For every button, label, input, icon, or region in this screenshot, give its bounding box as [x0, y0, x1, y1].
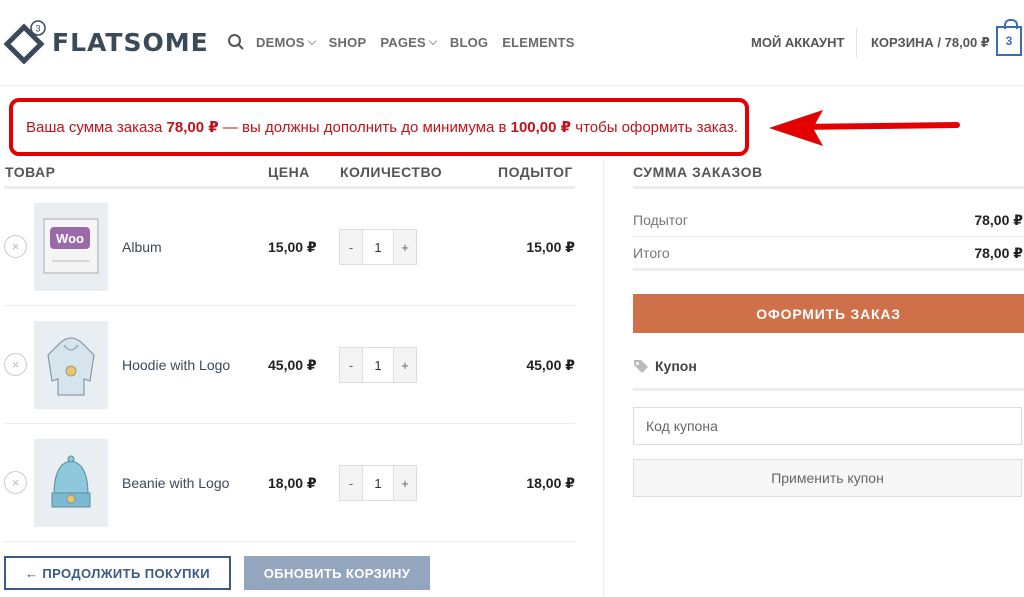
- logo-diamond-icon: 3: [4, 20, 46, 64]
- coupon-divider: [633, 388, 1024, 391]
- qty-input[interactable]: 1: [362, 230, 394, 264]
- chevron-down-icon: [428, 36, 438, 45]
- red-arrow-icon: [769, 110, 960, 146]
- qty-plus-button[interactable]: +: [394, 348, 416, 382]
- my-account-link[interactable]: МОЙ АККАУНТ: [751, 35, 844, 50]
- remove-item-button[interactable]: ×: [4, 353, 27, 376]
- site-logo[interactable]: 3 FLATSOME: [4, 20, 209, 64]
- coupon-heading: Купон: [633, 358, 697, 374]
- column-divider: [603, 160, 604, 597]
- nav-blog[interactable]: BLOG: [450, 35, 488, 50]
- col-header-subtotal: ПОДЫТОГ: [498, 164, 573, 180]
- totals-header-divider: [633, 186, 1024, 189]
- product-name[interactable]: Album: [122, 239, 162, 255]
- beanie-icon[interactable]: [34, 439, 108, 527]
- logo-text: FLATSOME: [52, 27, 209, 57]
- totals-row-divider: [633, 236, 1024, 237]
- hoodie-icon[interactable]: [34, 321, 108, 409]
- main-nav: DEMOS SHOP PAGES BLOG ELEMENTS: [256, 35, 589, 50]
- qty-plus-button[interactable]: +: [394, 230, 416, 264]
- product-name[interactable]: Hoodie with Logo: [122, 357, 230, 373]
- svg-text:Woo: Woo: [56, 231, 84, 246]
- notice-minimum: 100,00 ₽: [510, 119, 572, 136]
- row-divider: [4, 541, 575, 542]
- tag-icon: [634, 360, 648, 373]
- logo-badge: 3: [35, 24, 40, 34]
- chevron-down-icon: [307, 36, 316, 45]
- product-price: 18,00 ₽: [268, 475, 317, 491]
- cart-totals-title: СУММА ЗАКАЗОВ: [633, 164, 763, 180]
- qty-minus-button[interactable]: -: [340, 230, 362, 264]
- nav-elements[interactable]: ELEMENTS: [502, 35, 574, 50]
- product-subtotal: 18,00 ₽: [526, 475, 575, 491]
- nav-pages[interactable]: PAGES: [380, 35, 438, 50]
- row-divider: [4, 305, 575, 306]
- qty-plus-button[interactable]: +: [394, 466, 416, 500]
- album-icon[interactable]: Woo: [34, 203, 108, 291]
- qty-input[interactable]: 1: [362, 466, 394, 500]
- row-divider: [4, 423, 575, 424]
- totals-subtotal-label: Подытог: [633, 212, 688, 228]
- product-price: 15,00 ₽: [268, 239, 317, 255]
- totals-subtotal-value: 78,00 ₽: [974, 212, 1023, 228]
- update-cart-button[interactable]: ОБНОВИТЬ КОРЗИНУ: [244, 556, 430, 590]
- qty-minus-button[interactable]: -: [340, 466, 362, 500]
- totals-total-label: Итого: [633, 245, 670, 261]
- remove-item-button[interactable]: ×: [4, 235, 27, 258]
- apply-coupon-button[interactable]: Применить купон: [633, 459, 1022, 497]
- cart-link[interactable]: КОРЗИНА / 78,00 ₽: [871, 35, 990, 51]
- product-subtotal: 45,00 ₽: [526, 357, 575, 373]
- minimum-order-notice: Ваша сумма заказа 78,00 ₽ — вы должны до…: [9, 98, 749, 156]
- nav-shop[interactable]: SHOP: [329, 35, 367, 50]
- totals-total-value: 78,00 ₽: [974, 245, 1023, 261]
- cart-count-badge[interactable]: 3: [996, 19, 1022, 56]
- col-header-product: ТОВАР: [5, 164, 56, 180]
- header-divider: [856, 28, 857, 58]
- quantity-stepper[interactable]: - 1 +: [339, 465, 417, 501]
- qty-input[interactable]: 1: [362, 348, 394, 382]
- coupon-code-input[interactable]: [633, 407, 1022, 445]
- coupon-title: Купон: [655, 358, 697, 374]
- totals-row-divider: [633, 268, 1024, 271]
- search-icon[interactable]: [227, 33, 245, 51]
- table-header-divider: [4, 186, 575, 189]
- nav-demos[interactable]: DEMOS: [256, 35, 316, 50]
- col-header-quantity: КОЛИЧЕСТВО: [340, 164, 443, 180]
- notice-text: Ваша сумма заказа 78,00 ₽ — вы должны до…: [26, 119, 738, 136]
- remove-item-button[interactable]: ×: [4, 471, 27, 494]
- quantity-stepper[interactable]: - 1 +: [339, 347, 417, 383]
- product-subtotal: 15,00 ₽: [526, 239, 575, 255]
- qty-minus-button[interactable]: -: [340, 348, 362, 382]
- checkout-button[interactable]: ОФОРМИТЬ ЗАКАЗ: [633, 294, 1024, 333]
- site-header: 3 FLATSOME DEMOS SHOP PAGES BLOG ELEMENT…: [0, 0, 1024, 86]
- product-name[interactable]: Beanie with Logo: [122, 475, 229, 491]
- product-price: 45,00 ₽: [268, 357, 317, 373]
- notice-amount: 78,00 ₽: [166, 119, 219, 136]
- col-header-price: ЦЕНА: [268, 164, 310, 180]
- continue-shopping-button[interactable]: ← ПРОДОЛЖИТЬ ПОКУПКИ: [4, 556, 231, 590]
- quantity-stepper[interactable]: - 1 +: [339, 229, 417, 265]
